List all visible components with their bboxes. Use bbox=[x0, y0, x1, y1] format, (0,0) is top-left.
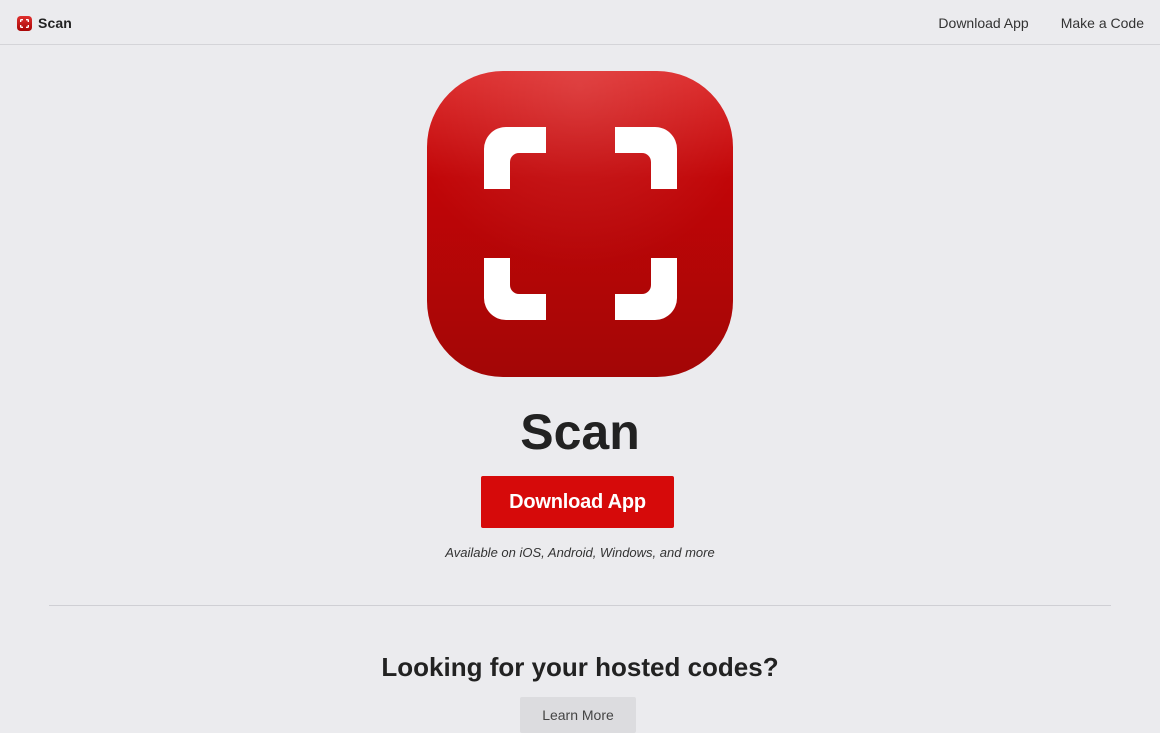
nav-download-app-link[interactable]: Download App bbox=[938, 14, 1028, 32]
section-divider bbox=[49, 605, 1111, 606]
scan-logo-icon bbox=[17, 15, 32, 31]
download-app-button[interactable]: Download App bbox=[481, 476, 674, 528]
top-navbar: Scan Download App Make a Code bbox=[0, 0, 1160, 45]
nav-make-a-code-link[interactable]: Make a Code bbox=[1061, 14, 1144, 32]
scan-frame-icon bbox=[427, 71, 733, 377]
nav-links: Download App Make a Code bbox=[938, 14, 1144, 32]
brand-link[interactable]: Scan bbox=[17, 14, 72, 32]
learn-more-button[interactable]: Learn More bbox=[520, 697, 636, 733]
brand-name: Scan bbox=[38, 15, 72, 31]
hosted-codes-heading: Looking for your hosted codes? bbox=[381, 652, 779, 682]
app-title: Scan bbox=[520, 404, 640, 460]
availability-text: Available on iOS, Android, Windows, and … bbox=[445, 545, 715, 560]
